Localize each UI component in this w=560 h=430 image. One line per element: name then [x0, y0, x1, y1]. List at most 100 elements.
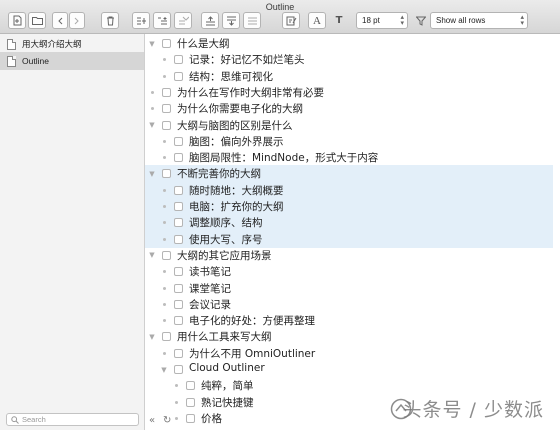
row-handle[interactable]	[160, 349, 168, 357]
row-checkbox[interactable]	[162, 120, 171, 130]
disclosure-triangle-icon[interactable]: ▼	[148, 121, 156, 129]
row-handle[interactable]	[160, 56, 168, 64]
row-handle[interactable]	[160, 137, 168, 145]
font-button[interactable]: A	[308, 12, 326, 29]
row-handle[interactable]	[160, 235, 168, 243]
outline-row[interactable]: 为什么你需要电子化的大纲	[145, 100, 553, 117]
open-folder-button[interactable]	[28, 12, 46, 29]
row-handle[interactable]	[148, 88, 156, 96]
outline-row-text[interactable]: 记录：好记忆不如烂笔头	[189, 52, 305, 67]
refresh-icon[interactable]: ↻	[163, 415, 171, 426]
outline-row-text[interactable]: 用什么工具来写大纲	[177, 329, 272, 344]
outline-row[interactable]: 电子化的好处：方便再整理	[145, 312, 553, 329]
delete-button[interactable]	[101, 12, 119, 29]
outline-row-text[interactable]: 随时随地：大纲概要	[189, 183, 284, 198]
outline-row-text[interactable]: 使用大写、序号	[189, 232, 263, 247]
outline-row[interactable]: ▼ 什么是大纲	[145, 35, 553, 52]
add-row-button[interactable]	[132, 12, 150, 29]
outline-row-text[interactable]: 大纲与脑图的区别是什么	[177, 118, 293, 133]
outline-row[interactable]: 随时随地：大纲概要	[145, 181, 553, 199]
row-handle[interactable]	[160, 268, 168, 276]
row-checkbox[interactable]	[162, 39, 171, 48]
disclosure-triangle-icon[interactable]: ▼	[148, 170, 156, 178]
collapse-all-icon[interactable]: «	[149, 415, 155, 426]
row-checkbox[interactable]	[174, 365, 183, 374]
outline-row[interactable]: ▼ 不断完善你的大纲	[145, 165, 553, 183]
row-checkbox[interactable]	[174, 348, 183, 358]
outline-row[interactable]: 为什么在写作时大纲非常有必要	[145, 84, 553, 101]
row-handle[interactable]	[172, 398, 180, 406]
row-checkbox[interactable]	[174, 234, 183, 244]
search-field[interactable]: Search	[6, 413, 139, 426]
row-checkbox[interactable]	[174, 153, 183, 163]
move-down-button[interactable]	[222, 12, 240, 29]
back-button[interactable]	[52, 12, 68, 29]
disclosure-triangle-icon[interactable]: ▼	[148, 40, 156, 48]
row-checkbox[interactable]	[174, 55, 183, 65]
row-checkbox[interactable]	[162, 169, 171, 179]
row-checkbox[interactable]	[174, 185, 183, 195]
row-handle[interactable]	[160, 300, 168, 308]
row-handle[interactable]	[160, 186, 168, 194]
row-handle[interactable]	[160, 284, 168, 292]
outline-row-text[interactable]: Cloud Outliner	[189, 362, 265, 374]
outline-row[interactable]: 读书笔记	[145, 263, 553, 280]
outline-row-text[interactable]: 电脑：扩充你的大纲	[189, 199, 284, 214]
row-handle[interactable]	[148, 105, 156, 113]
outline-row-text[interactable]: 脑图：偏向外界展示	[189, 134, 284, 149]
row-checkbox[interactable]	[162, 104, 171, 114]
row-checkbox[interactable]	[174, 316, 183, 326]
row-checkbox[interactable]	[174, 202, 183, 211]
outline-row[interactable]: 电脑：扩充你的大纲	[145, 198, 553, 215]
outline-row[interactable]: 脑图：偏向外界展示	[145, 133, 553, 150]
outline-row-text[interactable]: 脑图局限性：MindNode，形式大于内容	[189, 150, 378, 165]
row-checkbox[interactable]	[174, 283, 183, 293]
row-checkbox[interactable]	[174, 136, 183, 146]
outline-row[interactable]: ▼ 大纲的其它应用场景	[145, 247, 553, 264]
outline-row-text[interactable]: 调整顺序、结构	[189, 215, 263, 230]
outline-row[interactable]: ▼ Cloud Outliner	[145, 361, 553, 378]
outline-row[interactable]: 结构：思维可视化	[145, 68, 553, 85]
disclosure-triangle-icon[interactable]: ▼	[160, 366, 168, 374]
row-checkbox[interactable]	[162, 332, 171, 342]
row-handle[interactable]	[160, 203, 168, 211]
stepper-icon[interactable]: ▴ ▾	[400, 14, 404, 27]
font-size-field[interactable]: 18 pt ▴ ▾	[356, 12, 408, 29]
outline-row[interactable]: 使用大写、序号	[145, 230, 553, 248]
outline-row-text[interactable]: 熟记快捷键	[201, 395, 254, 410]
outdent-button[interactable]	[174, 12, 192, 29]
outline-row-text[interactable]: 课堂笔记	[189, 281, 231, 296]
row-handle[interactable]	[172, 382, 180, 390]
outline-row-text[interactable]: 会议记录	[189, 297, 231, 312]
row-checkbox[interactable]	[162, 87, 171, 97]
outline-row[interactable]: ▼ 用什么工具来写大纲	[145, 328, 553, 345]
disclosure-triangle-icon[interactable]: ▼	[148, 333, 156, 341]
row-handle[interactable]	[160, 154, 168, 162]
outline-row-text[interactable]: 纯粹，简单	[201, 378, 254, 393]
outline-row-text[interactable]: 什么是大纲	[177, 36, 230, 51]
filter-select[interactable]: Show all rows ▴ ▾	[430, 12, 528, 29]
new-document-button[interactable]	[8, 12, 26, 29]
outline-row[interactable]: 课堂笔记	[145, 280, 553, 297]
outline-row[interactable]: 调整顺序、结构	[145, 214, 553, 232]
sidebar-item[interactable]: 用大纲介绍大纲	[0, 35, 144, 53]
row-checkbox[interactable]	[186, 381, 195, 391]
outline-row-text[interactable]: 大纲的其它应用场景	[177, 248, 272, 263]
row-handle[interactable]	[160, 317, 168, 325]
outline-row-text[interactable]: 读书笔记	[189, 264, 231, 279]
row-checkbox[interactable]	[174, 299, 183, 309]
row-checkbox[interactable]	[174, 267, 183, 277]
row-checkbox[interactable]	[162, 250, 171, 260]
outline-row-text[interactable]: 为什么在写作时大纲非常有必要	[177, 85, 324, 100]
note-button[interactable]	[282, 12, 300, 29]
outline-row[interactable]: 脑图局限性：MindNode，形式大于内容	[145, 149, 553, 166]
collapse-button[interactable]	[243, 12, 261, 29]
outline-row-text[interactable]: 不断完善你的大纲	[177, 166, 261, 181]
row-handle[interactable]	[160, 72, 168, 80]
row-checkbox[interactable]	[186, 397, 195, 407]
outline-row[interactable]: 为什么不用 OmniOutliner	[145, 345, 553, 362]
filter-icon[interactable]	[414, 12, 428, 29]
outline-row-text[interactable]: 为什么不用 OmniOutliner	[189, 346, 315, 361]
move-up-button[interactable]	[201, 12, 219, 29]
row-checkbox[interactable]	[174, 71, 183, 81]
